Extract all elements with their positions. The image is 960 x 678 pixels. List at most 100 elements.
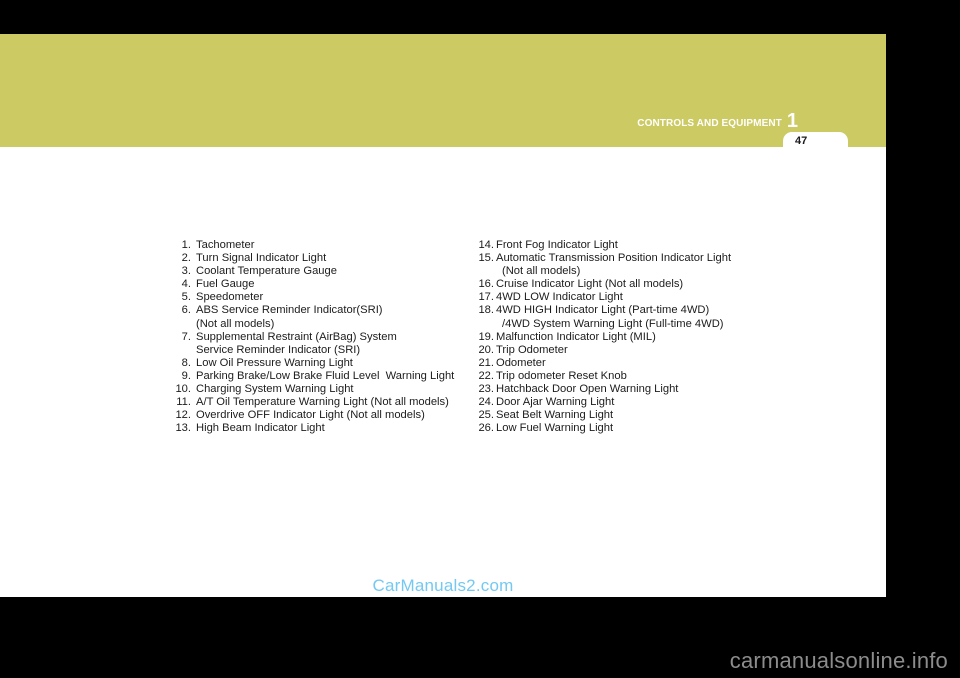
legend-item-label: Hatchback Door Open Warning Light bbox=[496, 383, 679, 396]
legend-item-number: 17. bbox=[478, 291, 494, 304]
legend-item: 22. Trip odometer Reset Knob bbox=[475, 370, 765, 383]
legend-item-label: Automatic Transmission Position Indicato… bbox=[496, 252, 732, 265]
legend-item-label: Odometer bbox=[496, 356, 546, 369]
legend-item-number: 2. bbox=[181, 252, 191, 265]
legend-item: 9. Parking Brake/Low Brake Fluid Level Wa… bbox=[172, 370, 462, 383]
chapter-header: CONTROLS AND EQUIPMENT 1 bbox=[637, 110, 798, 132]
legend-item: 1. Tachometer bbox=[172, 239, 462, 252]
legend-column-left: 1. Tachometer 2. Turn Signal Indicator Ligh… bbox=[172, 239, 462, 435]
watermark-carmanualsonline: carmanualsonline.info bbox=[729, 648, 948, 673]
legend-item: 21. Odometer bbox=[475, 357, 765, 370]
legend-item-number: 20. bbox=[478, 343, 494, 356]
legend-item: 5. Speedometer bbox=[172, 291, 462, 304]
legend-item-number: 15. bbox=[478, 252, 494, 265]
legend-item-continuation: (Not all models) bbox=[172, 318, 462, 331]
legend-item-number: 21. bbox=[478, 356, 494, 369]
legend-item: 16. Cruise Indicator Light (Not all model… bbox=[475, 278, 765, 291]
chapter-color-band: CONTROLS AND EQUIPMENT 1 bbox=[0, 34, 886, 147]
legend-item-label: Low Oil Pressure Warning Light bbox=[196, 356, 353, 369]
legend-item-number: 24. bbox=[478, 396, 494, 409]
legend-item-number: 18. bbox=[478, 304, 494, 317]
legend-item-number: 10. bbox=[175, 383, 191, 396]
legend-item-number: 12. bbox=[175, 409, 191, 422]
screenshot-canvas: CONTROLS AND EQUIPMENT 1 47 1. Tachometer… bbox=[0, 0, 960, 678]
legend-item-number: 1. bbox=[181, 239, 191, 251]
legend-item-label: Overdrive OFF Indicator Light (Not all m… bbox=[196, 409, 425, 422]
legend-item-number: 7. bbox=[181, 330, 191, 343]
legend-item-label: Speedometer bbox=[196, 291, 264, 304]
legend-item: 24. Door Ajar Warning Light bbox=[475, 396, 765, 409]
legend-item-label: Trip odometer Reset Knob bbox=[496, 369, 627, 382]
legend-item-label: Cruise Indicator Light (Not all models) bbox=[496, 278, 684, 291]
legend-item-continuation: Service Reminder Indicator (SRI) bbox=[172, 344, 462, 357]
legend-item-continuation-label: (Not all models) bbox=[196, 317, 275, 330]
legend-item-label: A/T Oil Temperature Warning Light (Not a… bbox=[196, 396, 449, 409]
legend-item: 26. Low Fuel Warning Light bbox=[475, 422, 765, 435]
legend-item: 19. Malfunction Indicator Light (MIL) bbox=[475, 331, 765, 344]
legend-item: 6. ABS Service Reminder Indicator(SRI) bbox=[172, 304, 462, 317]
manual-page: CONTROLS AND EQUIPMENT 1 47 1. Tachometer… bbox=[0, 34, 886, 597]
legend-item-label: Malfunction Indicator Light (MIL) bbox=[496, 330, 656, 343]
legend-item-number: 14. bbox=[478, 239, 494, 251]
legend-item-label: Charging System Warning Light bbox=[196, 383, 354, 396]
chapter-number: 1 bbox=[786, 110, 798, 132]
legend-item-number: 16. bbox=[478, 278, 494, 291]
legend-item-label: Low Fuel Warning Light bbox=[496, 422, 614, 435]
legend-item-number: 9. bbox=[181, 369, 191, 382]
legend-item: 11. A/T Oil Temperature Warning Light (No… bbox=[172, 396, 462, 409]
legend-item-label: Front Fog Indicator Light bbox=[496, 239, 618, 251]
legend-item-label: Parking Brake/Low Brake Fluid Level Warn… bbox=[196, 369, 455, 382]
legend-item: 12. Overdrive OFF Indicator Light (Not al… bbox=[172, 409, 462, 422]
legend-item-number: 25. bbox=[478, 409, 494, 422]
legend-list-right: 14. Front Fog Indicator Light 15. Automatic… bbox=[475, 239, 765, 435]
legend-item-label: Coolant Temperature Gauge bbox=[196, 265, 337, 278]
legend-item-number: 19. bbox=[478, 330, 494, 343]
legend-item: 20. Trip Odometer bbox=[475, 344, 765, 357]
legend-item-label: Turn Signal Indicator Light bbox=[196, 252, 327, 265]
legend-item-continuation: /4WD System Warning Light (Full-time 4WD… bbox=[475, 318, 765, 331]
legend-item-number: 4. bbox=[181, 278, 191, 291]
legend-item-number: 3. bbox=[181, 265, 191, 278]
legend-item-label: Seat Belt Warning Light bbox=[496, 409, 614, 422]
legend-item-number: 13. bbox=[175, 422, 191, 435]
legend-item: 18. 4WD HIGH Indicator Light (Part-time 4… bbox=[475, 304, 765, 317]
legend-item-label: Door Ajar Warning Light bbox=[496, 396, 615, 409]
legend-item-continuation: (Not all models) bbox=[475, 265, 765, 278]
legend-item: 8. Low Oil Pressure Warning Light bbox=[172, 357, 462, 370]
legend-item-continuation-label: Service Reminder Indicator (SRI) bbox=[196, 343, 361, 356]
legend-item: 17. 4WD LOW Indicator Light bbox=[475, 291, 765, 304]
legend-item: 15. Automatic Transmission Position Indic… bbox=[475, 252, 765, 265]
legend-item-continuation-label: (Not all models) bbox=[502, 265, 581, 278]
legend-item-number: 26. bbox=[478, 422, 494, 435]
legend-item: 14. Front Fog Indicator Light bbox=[475, 239, 765, 252]
legend-item: 4. Fuel Gauge bbox=[172, 278, 462, 291]
legend-item: 7. Supplemental Restraint (AirBag) System bbox=[172, 331, 462, 344]
legend-item: 3. Coolant Temperature Gauge bbox=[172, 265, 462, 278]
legend-item-label: Trip Odometer bbox=[496, 343, 568, 356]
legend-item-number: 22. bbox=[478, 369, 494, 382]
legend-item: 23. Hatchback Door Open Warning Light bbox=[475, 383, 765, 396]
legend-item-label: Fuel Gauge bbox=[196, 278, 255, 291]
legend-item-number: 6. bbox=[181, 304, 191, 317]
legend-item: 10. Charging System Warning Light bbox=[172, 383, 462, 396]
legend-item: 2. Turn Signal Indicator Light bbox=[172, 252, 462, 265]
legend-item-label: High Beam Indicator Light bbox=[196, 422, 325, 435]
legend-item: 25. Seat Belt Warning Light bbox=[475, 409, 765, 422]
legend-item-number: 11. bbox=[176, 396, 191, 409]
legend-item-number: 23. bbox=[478, 383, 494, 396]
watermark-carmanuals2: CarManuals2.com bbox=[372, 576, 514, 595]
legend-item: 13. High Beam Indicator Light bbox=[172, 422, 462, 435]
legend-item-number: 5. bbox=[181, 291, 191, 304]
legend-column-right: 14. Front Fog Indicator Light 15. Automatic… bbox=[475, 239, 765, 435]
page-number: 47 bbox=[795, 135, 808, 147]
legend-item-label: ABS Service Reminder Indicator(SRI) bbox=[196, 304, 383, 317]
legend-item-label: 4WD HIGH Indicator Light (Part-time 4WD) bbox=[496, 304, 710, 317]
legend-item-label: Tachometer bbox=[196, 239, 255, 251]
page-content: 1. Tachometer 2. Turn Signal Indicator Ligh… bbox=[0, 147, 886, 597]
legend-item-label: 4WD LOW Indicator Light bbox=[496, 291, 623, 304]
chapter-title: CONTROLS AND EQUIPMENT bbox=[637, 118, 782, 129]
legend-item-continuation-label: /4WD System Warning Light (Full-time 4WD… bbox=[502, 317, 724, 330]
legend-item-number: 8. bbox=[181, 356, 191, 369]
legend-item-label: Supplemental Restraint (AirBag) System bbox=[196, 330, 397, 343]
legend-list-left: 1. Tachometer 2. Turn Signal Indicator Ligh… bbox=[172, 239, 462, 435]
